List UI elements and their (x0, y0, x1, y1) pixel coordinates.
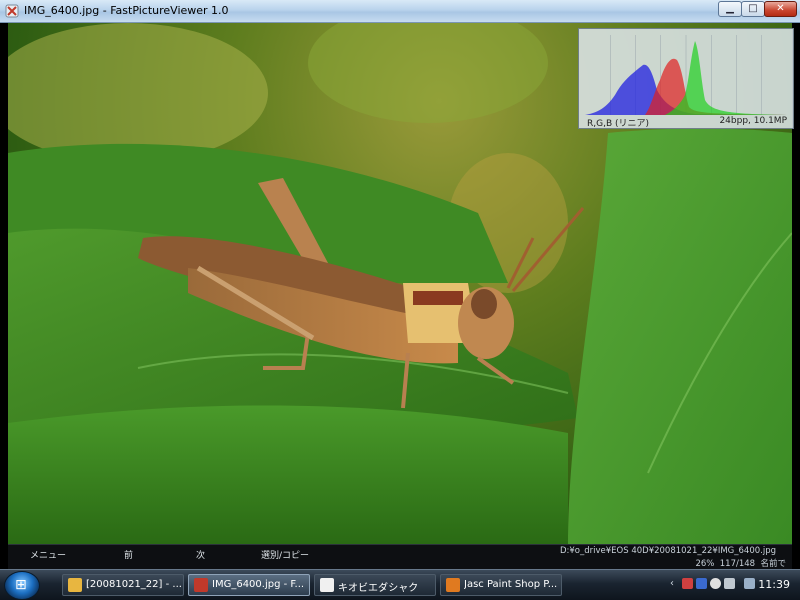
fastpictureviewer-icon (194, 578, 208, 592)
ime-icon[interactable] (696, 578, 707, 589)
security-icon[interactable] (724, 578, 735, 589)
histogram-chart (585, 35, 787, 115)
bottom-toolbar: メニュー 前 次 選別/コピー D:¥o_drive¥EOS 40D¥20081… (8, 544, 792, 570)
system-tray: ‹ 11:39 (660, 572, 800, 599)
previous-button[interactable]: 前 (124, 548, 133, 561)
histogram-mode-label: R,G,B (リニア) (587, 119, 650, 129)
file-path: D:¥o_drive¥EOS 40D¥20081021_22¥IMG_6400.… (559, 546, 776, 556)
taskbar: ⊞ [20081021_22] - ... IMG_6400.jpg - F..… (0, 569, 800, 600)
clock[interactable]: 11:39 (758, 578, 790, 591)
taskbar-button-label: [20081021_22] - ... (86, 579, 181, 590)
window-title: IMG_6400.jpg - FastPictureViewer 1.0 (24, 4, 229, 17)
document-icon (320, 578, 334, 592)
windows-logo-icon: ⊞ (15, 577, 27, 593)
taskbar-button-label: IMG_6400.jpg - F... (212, 579, 305, 590)
start-button[interactable]: ⊞ (4, 571, 40, 600)
zoom-level: 26% (695, 559, 715, 569)
maximize-button[interactable]: □ (741, 1, 765, 17)
taskbar-button-fastpictureviewer[interactable]: IMG_6400.jpg - F... (188, 574, 310, 596)
sort-mode: 名前で (760, 559, 786, 569)
close-button[interactable]: ✕ (764, 1, 797, 17)
next-button[interactable]: 次 (196, 548, 205, 561)
status-readout: 26% 117/148 名前で (695, 557, 786, 569)
paint-shop-icon (446, 578, 460, 592)
folder-icon (68, 578, 82, 592)
image-position: 117/148 (719, 559, 756, 569)
taskbar-button-label: キオビエダシャク (338, 583, 419, 594)
histogram-red-channel (645, 58, 787, 115)
taskbar-button-explorer[interactable]: [20081021_22] - ... (62, 574, 184, 596)
app-icon (5, 4, 19, 18)
minimize-button[interactable]: ▁ (718, 1, 742, 17)
image-info-label: 24bpp, 10.1MP (719, 116, 787, 126)
title-bar[interactable]: IMG_6400.jpg - FastPictureViewer 1.0 ▁ □… (0, 0, 800, 23)
select-copy-button[interactable]: 選別/コピー (261, 548, 309, 561)
histogram-green-channel (665, 41, 787, 115)
taskbar-button-paintshop[interactable]: Jasc Paint Shop P... (440, 574, 562, 596)
menu-button[interactable]: メニュー (30, 548, 66, 561)
show-hidden-icons-icon[interactable]: ‹ (670, 578, 674, 589)
volume-icon[interactable] (744, 578, 755, 589)
taskbar-button-browser[interactable]: キオビエダシャク (314, 574, 436, 596)
tray-app-icon[interactable] (682, 578, 693, 589)
histogram-panel: R,G,B (リニア) 24bpp, 10.1MP (578, 28, 794, 129)
network-icon[interactable] (710, 578, 721, 589)
taskbar-button-label: Jasc Paint Shop P... (464, 579, 558, 590)
